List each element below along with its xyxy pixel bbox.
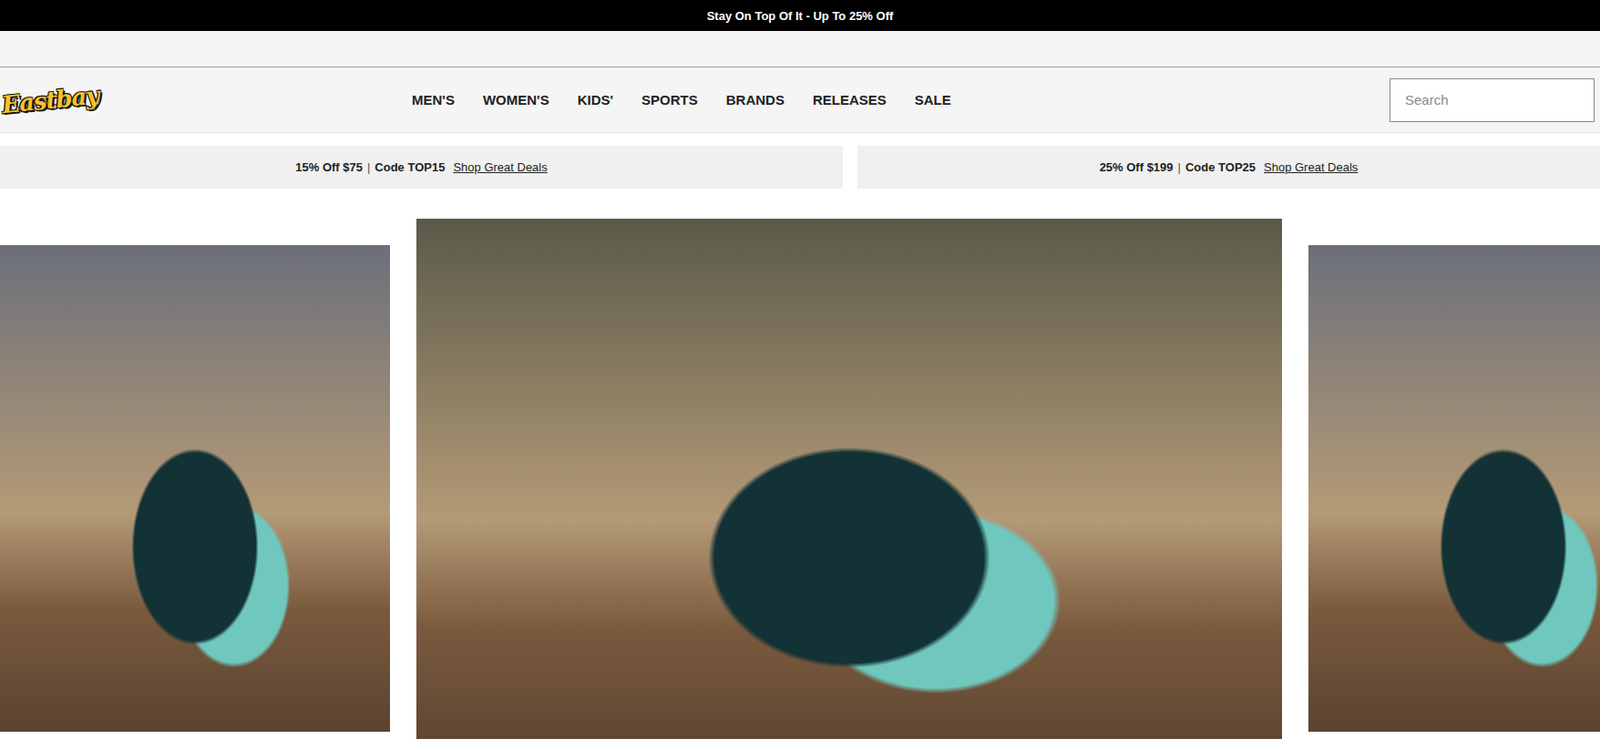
slide-image[interactable] [1308, 245, 1600, 732]
logo[interactable]: Eastbay [0, 81, 99, 119]
nav-item[interactable]: KIDS' [577, 92, 614, 108]
hero-carousel [0, 218, 1600, 739]
promo-code: Code TOP25 [1185, 160, 1256, 175]
promo-link[interactable]: Shop Great Deals [452, 160, 547, 175]
nav-item[interactable]: MEN'S [411, 92, 455, 108]
promo-offer: 15% Off $75 [295, 160, 363, 175]
slide-image[interactable] [416, 218, 1283, 739]
promo-separator: | [1178, 160, 1181, 175]
utility-strip [0, 30, 1600, 68]
promo-row: 15% Off $75|Code TOP15Shop Great Deals25… [0, 145, 1600, 189]
promo-code: Code TOP15 [374, 160, 445, 175]
nav-item[interactable]: WOMEN'S [482, 92, 550, 108]
nav-item[interactable]: SPORTS [641, 92, 698, 108]
promo-link[interactable]: Shop Great Deals [1263, 160, 1358, 175]
promo-separator: | [367, 160, 370, 175]
header: Eastbay MEN'S WOMEN'S KIDS' SPORTS BRANDS RELE… [0, 67, 1600, 134]
search-input[interactable] [1389, 78, 1595, 123]
promo-banner: 15% Off $75 | Code TOP15 Shop Great Deals [0, 145, 843, 189]
page: Stay On Top Of It - Up To 25% Off Eastbay… [0, 0, 1600, 739]
nav-item[interactable]: BRANDS [726, 92, 785, 108]
promo-offer: 25% Off $199 [1099, 160, 1174, 175]
promo-banner: 25% Off $199 | Code TOP25 Shop Great Deals [857, 145, 1600, 189]
slide-image[interactable] [0, 245, 390, 732]
nav-item[interactable]: RELEASES [812, 92, 887, 108]
nav-item[interactable]: SALE [914, 92, 952, 108]
announcement-bar[interactable]: Stay On Top Of It - Up To 25% Off [0, 0, 1600, 31]
main-nav: MEN'S WOMEN'S KIDS' SPORTS BRANDS RELEASES SAL… [411, 92, 952, 108]
